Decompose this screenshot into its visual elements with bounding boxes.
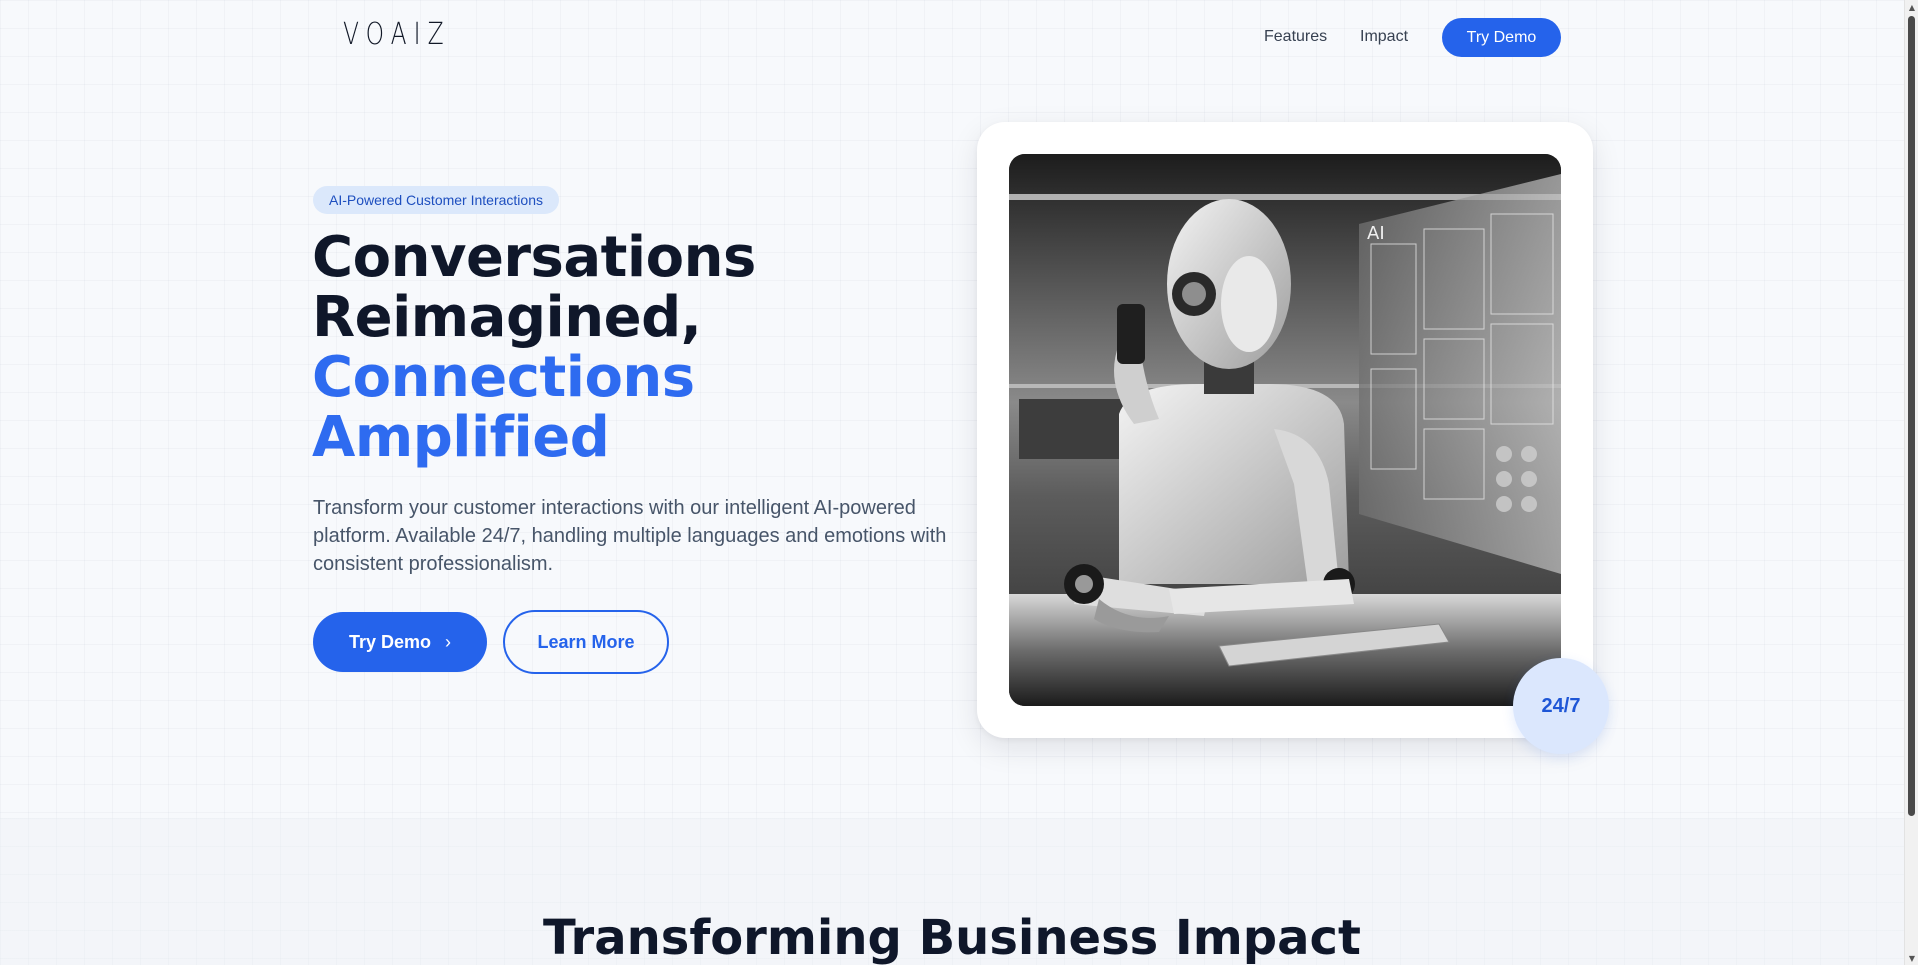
hero-image-card: AI: [977, 122, 1593, 738]
try-demo-label: Try Demo: [348, 631, 432, 652]
learn-more-button[interactable]: Learn More: [503, 610, 669, 674]
hero-headline: Conversations Reimagined, Connections Am…: [312, 228, 756, 468]
nav-try-demo-button[interactable]: Try Demo: [1442, 18, 1561, 57]
scroll-down-arrow-icon[interactable]: ▼: [1905, 951, 1918, 965]
headline-line-2: Reimagined,: [312, 285, 702, 350]
availability-stat-badge: 24/7: [1513, 658, 1609, 754]
hero-badge: AI-Powered Customer Interactions: [313, 186, 559, 214]
headline-line-3: Connections: [312, 345, 695, 410]
impact-section-title: Transforming Business Impact: [543, 910, 1361, 965]
try-demo-button[interactable]: Try Demo ›: [313, 612, 487, 672]
nav-link-impact[interactable]: Impact: [1360, 28, 1408, 46]
chevron-right-icon: ›: [445, 631, 452, 652]
scrollbar-thumb[interactable]: [1908, 16, 1915, 816]
headline-line-4: Amplified: [312, 405, 610, 470]
brand-logo[interactable]: VOAIZ: [343, 17, 451, 52]
hologram-ai-label: AI: [1367, 223, 1385, 244]
page-scrollbar[interactable]: ▲ ▼: [1904, 0, 1918, 965]
robot-hero-image: AI: [1009, 154, 1561, 706]
scroll-up-arrow-icon[interactable]: ▲: [1905, 0, 1918, 14]
nav-link-features[interactable]: Features: [1264, 28, 1327, 46]
hero-description: Transform your customer interactions wit…: [313, 497, 947, 575]
page: VOAIZ Features Impact Try Demo AI-Powere…: [0, 0, 1904, 965]
headline-line-1: Conversations: [312, 225, 756, 290]
